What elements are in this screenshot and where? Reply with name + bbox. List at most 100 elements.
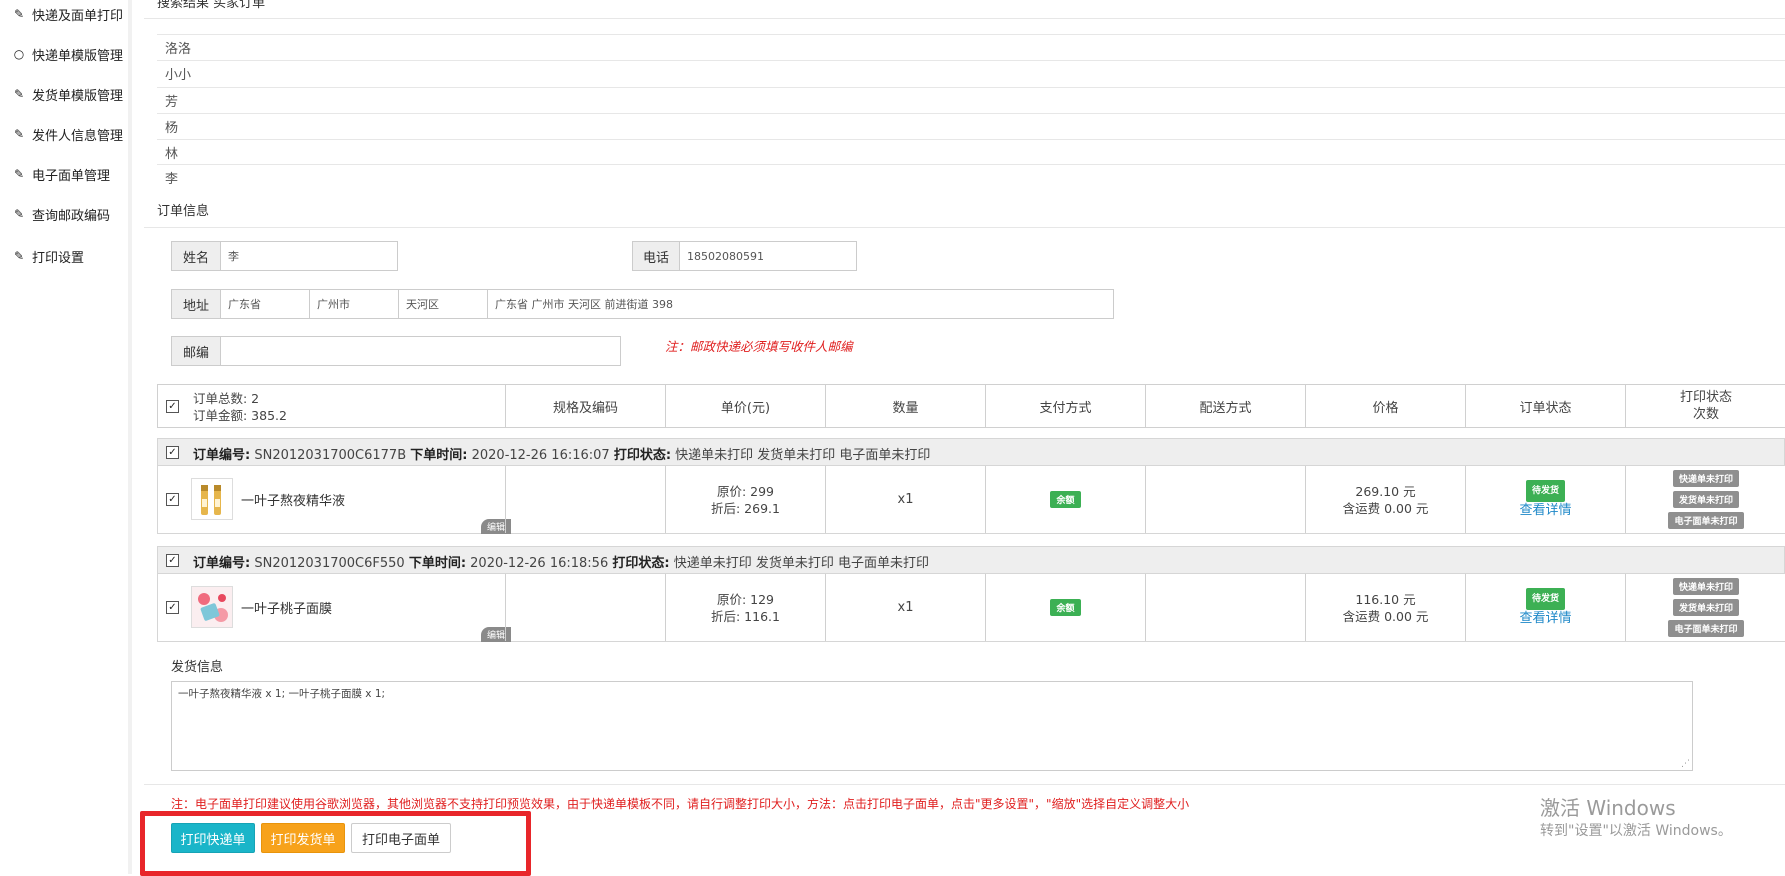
cell-print-status: 快递单未打印 发货单未打印 电子面单未打印 bbox=[1625, 466, 1785, 533]
sidebar-item-label: 发货单模版管理 bbox=[32, 88, 124, 104]
edit-icon: ✎ bbox=[13, 127, 25, 141]
order-checkbox[interactable]: ✓ bbox=[166, 446, 179, 459]
recipient-item[interactable]: 李 bbox=[165, 168, 178, 187]
address-field-group: 地址 广东省 广州市 天河区 广东省 广州市 天河区 前进街道 398 bbox=[171, 289, 1114, 319]
product-name[interactable]: 一叶子熬夜精华液 bbox=[241, 490, 345, 509]
recipient-item[interactable]: 洛洛 bbox=[165, 38, 191, 57]
order-checkbox[interactable]: ✓ bbox=[166, 554, 179, 567]
zip-input[interactable] bbox=[221, 337, 620, 365]
order-time: 2020-12-26 16:16:07 bbox=[471, 448, 610, 463]
phone-label: 电话 bbox=[633, 242, 680, 270]
cell-spec bbox=[505, 466, 665, 533]
name-input[interactable]: 李 bbox=[221, 242, 397, 270]
divider bbox=[157, 60, 1785, 61]
recipient-item[interactable]: 芳 bbox=[165, 91, 178, 110]
phone-field-group: 电话 18502080591 bbox=[632, 241, 857, 271]
order-amount: 订单金额: 385.2 bbox=[193, 408, 287, 423]
print-delivery-button[interactable]: 打印发货单 bbox=[261, 823, 345, 853]
address-detail-input[interactable]: 广东省 广州市 天河区 前进街道 398 bbox=[488, 290, 1113, 318]
recipient-item[interactable]: 杨 bbox=[165, 117, 178, 136]
divider bbox=[144, 18, 1785, 19]
sidebar-item-label: 打印设置 bbox=[32, 250, 85, 266]
sidebar-item-express-print[interactable]: ✎ 快递及面单打印 bbox=[12, 4, 123, 24]
view-details-link[interactable]: 查看详情 bbox=[1519, 502, 1571, 520]
col-print-status-line1: 打印状态 bbox=[1679, 390, 1732, 405]
phone-input[interactable]: 18502080591 bbox=[680, 242, 856, 270]
order-no-label: 订单编号: bbox=[193, 556, 251, 571]
print-status-badge: 发货单未打印 bbox=[1672, 491, 1739, 508]
district-select[interactable]: 天河区 bbox=[399, 290, 488, 318]
payment-badge: 余额 bbox=[1050, 599, 1081, 616]
sidebar-item-label: 快递及面单打印 bbox=[32, 8, 124, 24]
windows-watermark-subtitle: 转到"设置"以激活 Windows。 bbox=[1540, 823, 1732, 839]
total-price: 269.10 元 bbox=[1355, 483, 1416, 499]
col-print-status: 打印状态 次数 bbox=[1625, 385, 1785, 427]
sidebar-item-e-waybill[interactable]: ✎ 电子面单管理 bbox=[12, 164, 110, 184]
select-all-checkbox[interactable]: ✓ bbox=[166, 400, 179, 413]
sidebar-item-label: 电子面单管理 bbox=[32, 168, 111, 184]
recipient-item[interactable]: 小小 bbox=[165, 64, 191, 83]
sidebar-item-print-settings[interactable]: ✎ 打印设置 bbox=[12, 246, 84, 266]
address-label: 地址 bbox=[172, 290, 221, 318]
order-print-status: 快递单未打印 发货单未打印 电子面单未打印 bbox=[675, 448, 931, 463]
product-name[interactable]: 一叶子桃子面膜 bbox=[241, 598, 332, 617]
search-result-title: 搜索结果 买家订单 bbox=[157, 0, 266, 11]
print-advice-note: 注：电子面单打印建议使用谷歌浏览器，其他浏览器不支持打印预览效果，由于快递单模板… bbox=[171, 797, 1190, 811]
product-image bbox=[191, 478, 233, 520]
cell-price: 116.10 元 含运费 0.00 元 bbox=[1305, 574, 1465, 641]
name-field-group: 姓名 李 bbox=[171, 241, 398, 271]
table-row: ✓ 一叶子桃子面膜 编辑 原价: 129 折后: 116.1 x1 余额 116… bbox=[157, 574, 1785, 642]
order-no-label: 订单编号: bbox=[193, 448, 251, 463]
order-time: 2020-12-26 16:18:56 bbox=[470, 556, 609, 571]
shipping-info-text: 一叶子熬夜精华液 x 1; 一叶子桃子面膜 x 1; bbox=[178, 688, 386, 700]
order-print-label: 打印状态: bbox=[613, 448, 672, 463]
item-checkbox[interactable]: ✓ bbox=[166, 601, 179, 614]
recipient-item[interactable]: 林 bbox=[165, 143, 178, 162]
order-no: SN2012031700C6F550 bbox=[254, 556, 405, 571]
order-print-label: 打印状态: bbox=[612, 556, 670, 571]
main-content: 搜索结果 买家订单 洛洛 小小 芳 杨 林 李 订单信息 姓名 李 电话 185… bbox=[140, 0, 1785, 876]
discount-price: 折后: 116.1 bbox=[711, 608, 780, 624]
province-select[interactable]: 广东省 bbox=[221, 290, 310, 318]
total-price: 116.10 元 bbox=[1355, 591, 1416, 607]
shipping-fee: 含运费 0.00 元 bbox=[1342, 608, 1429, 624]
shipping-info-textarea[interactable]: 一叶子熬夜精华液 x 1; 一叶子桃子面膜 x 1; ⋰ bbox=[171, 681, 1693, 771]
divider bbox=[157, 164, 1785, 165]
sidebar-item-express-template[interactable]: ○ 快递单模版管理 bbox=[12, 44, 123, 64]
sidebar: ✎ 快递及面单打印 ○ 快递单模版管理 ✎ 发货单模版管理 ✎ 发件人信息管理 … bbox=[0, 0, 132, 874]
item-checkbox[interactable]: ✓ bbox=[166, 493, 179, 506]
zip-note: 注：邮政快递必须填写收件人邮编 bbox=[665, 339, 853, 354]
order-header: ✓ 订单编号: SN2012031700C6177B 下单时间: 2020-12… bbox=[157, 438, 1785, 466]
order-time-label: 下单时间: bbox=[408, 556, 467, 571]
magic-wand-icon: ✎ bbox=[13, 7, 25, 21]
divider bbox=[157, 87, 1785, 88]
cell-delivery bbox=[1145, 574, 1305, 641]
name-label: 姓名 bbox=[172, 242, 221, 270]
print-express-button[interactable]: 打印快递单 bbox=[171, 823, 255, 853]
sidebar-item-sender-info[interactable]: ✎ 发件人信息管理 bbox=[12, 124, 123, 144]
print-e-waybill-button[interactable]: 打印电子面单 bbox=[351, 823, 451, 853]
print-status-badge: 快递单未打印 bbox=[1672, 578, 1739, 595]
edit-icon: ✎ bbox=[13, 207, 25, 221]
cell-price: 269.10 元 含运费 0.00 元 bbox=[1305, 466, 1465, 533]
cell-unit-price: 原价: 299 折后: 269.1 bbox=[665, 466, 825, 533]
sidebar-item-delivery-template[interactable]: ✎ 发货单模版管理 bbox=[12, 84, 123, 104]
sidebar-item-zip-query[interactable]: ✎ 查询邮政编码 bbox=[12, 204, 110, 224]
order-no: SN2012031700C6177B bbox=[254, 448, 407, 463]
col-print-status-line2: 次数 bbox=[1692, 407, 1719, 422]
circle-icon: ○ bbox=[13, 47, 25, 61]
table-row: ✓ 一叶子熬夜精华液 编辑 原价: 299 折后: 269.1 x1 余额 26… bbox=[157, 466, 1785, 534]
col-unit-price: 单价(元) bbox=[665, 385, 825, 427]
status-badge: 待发货 bbox=[1525, 479, 1565, 502]
cell-quantity: x1 bbox=[825, 466, 985, 533]
product-image bbox=[191, 586, 233, 628]
cell-payment: 余额 bbox=[985, 574, 1145, 641]
view-details-link[interactable]: 查看详情 bbox=[1519, 610, 1571, 628]
sidebar-item-label: 发件人信息管理 bbox=[32, 128, 124, 144]
cell-spec bbox=[505, 574, 665, 641]
zip-label: 邮编 bbox=[172, 337, 221, 365]
city-select[interactable]: 广州市 bbox=[310, 290, 399, 318]
col-order-status: 订单状态 bbox=[1465, 385, 1625, 427]
order-summary: 订单总数: 2 订单金额: 385.2 bbox=[193, 390, 287, 424]
resize-handle-icon[interactable]: ⋰ bbox=[1681, 759, 1690, 769]
